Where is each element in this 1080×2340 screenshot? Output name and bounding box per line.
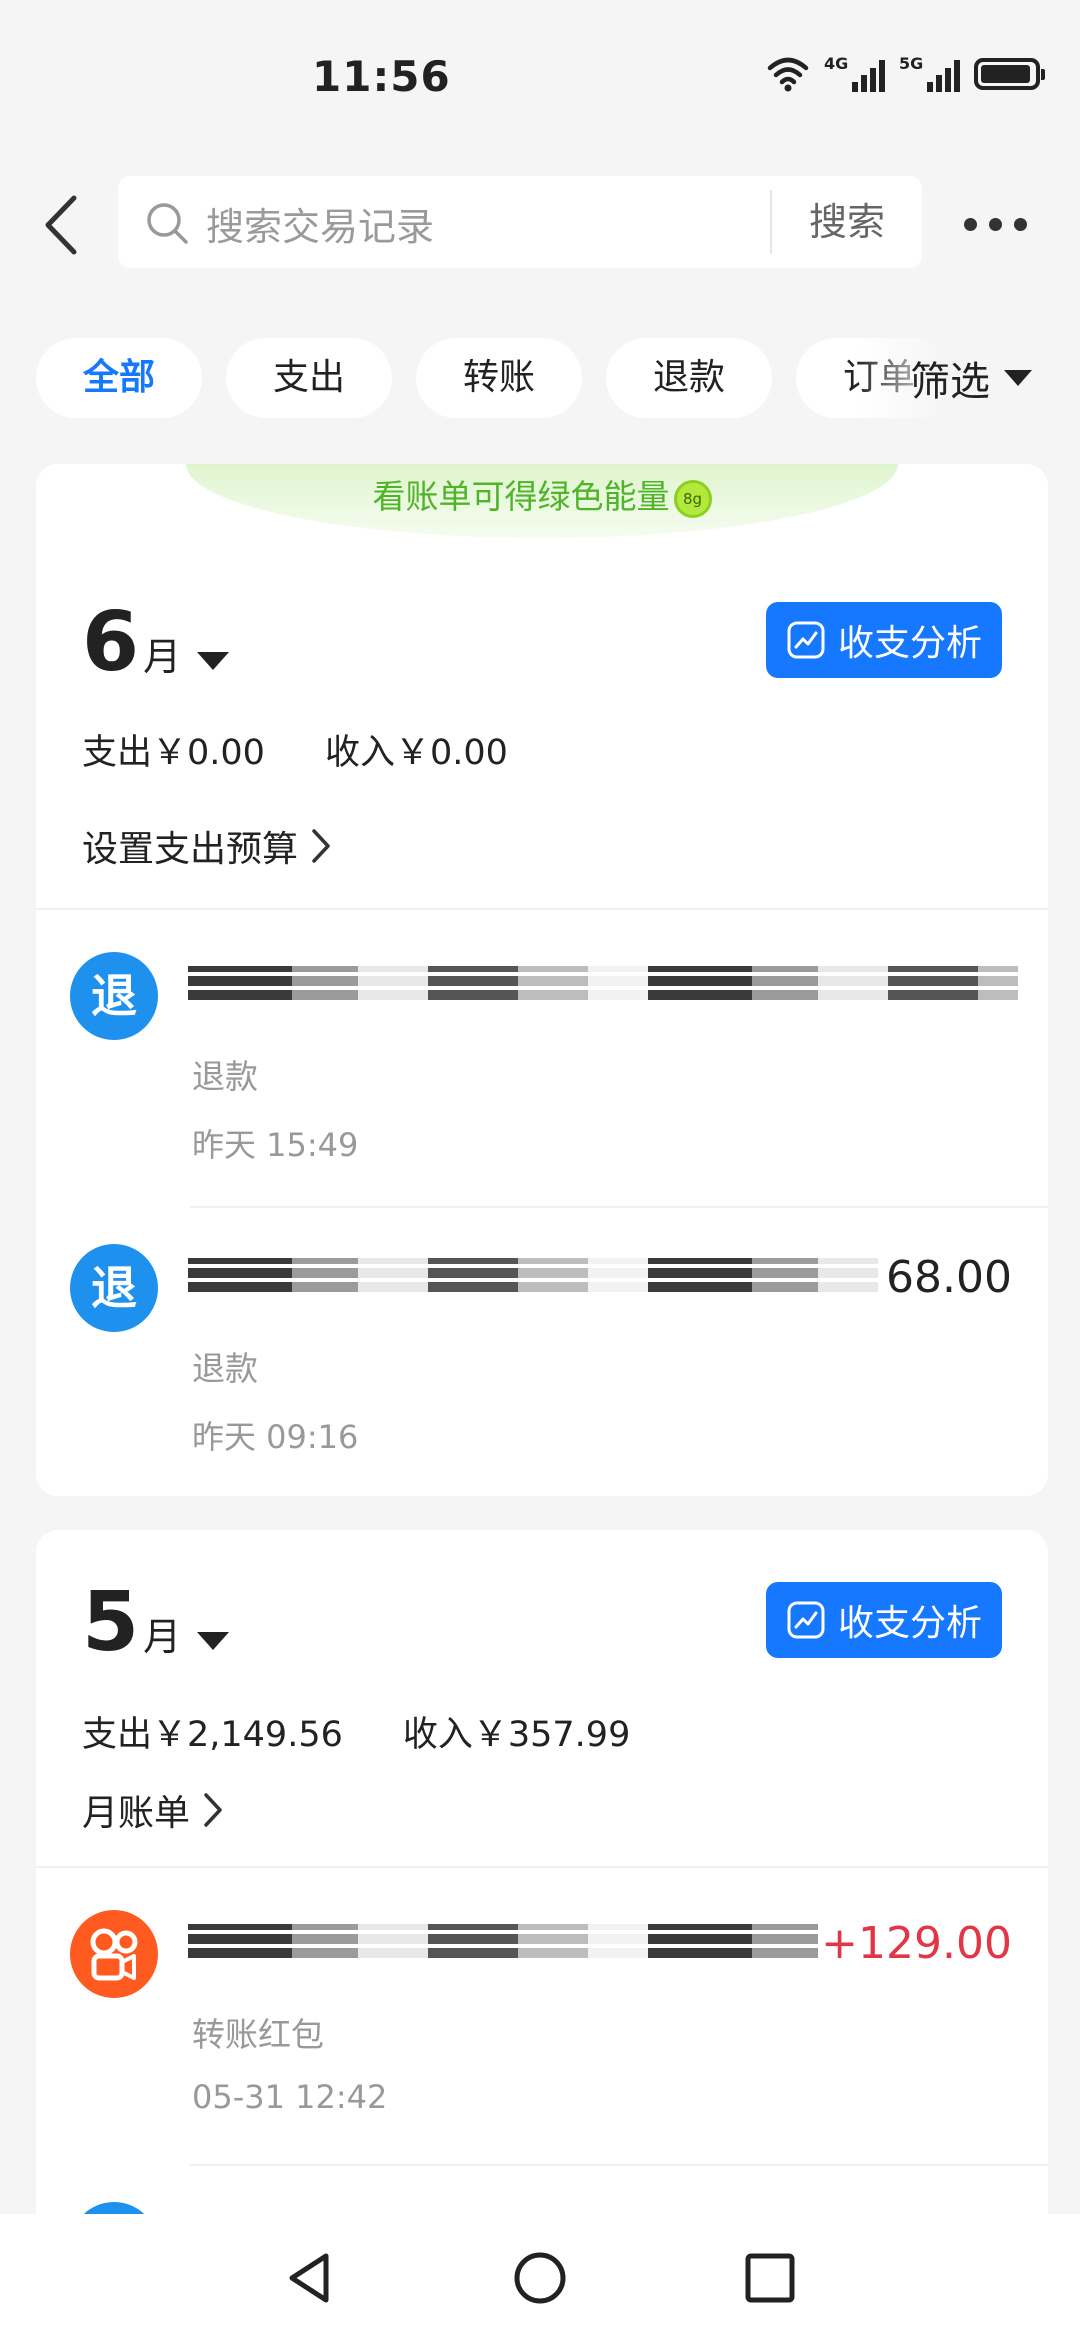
transaction-type: 退款 (192, 1057, 258, 1096)
expense-total: 支出￥0.00 (82, 733, 265, 773)
search-box[interactable]: 搜索交易记录 搜索 (118, 176, 922, 268)
back-arrow-icon[interactable] (38, 192, 88, 258)
search-input[interactable]: 搜索交易记录 (206, 196, 434, 251)
caret-down-icon (1004, 370, 1032, 386)
chevron-right-icon (204, 1793, 222, 1827)
energy-ball-icon: 8g (673, 479, 712, 518)
month-unit: 月 (143, 1615, 182, 1659)
monthly-bill-label: 月账单 (82, 1793, 191, 1834)
month-selector[interactable]: 5 月 (82, 1575, 230, 1670)
nav-home-icon[interactable] (510, 2248, 570, 2308)
set-budget-link[interactable]: 设置支出预算 (82, 820, 332, 872)
transaction-time: 昨天 09:16 (192, 1418, 359, 1456)
status-time: 11:56 (312, 52, 451, 101)
transaction-type: 退款 (192, 1349, 258, 1388)
transaction-row[interactable]: 退 68.00 退款 昨天 09:16 (36, 1202, 1048, 1496)
filter-label: 筛选 (910, 359, 990, 405)
month-unit: 月 (143, 635, 182, 679)
transaction-amount: +129.00 (821, 1918, 1012, 1969)
refund-icon: 退 (70, 952, 158, 1040)
signal-4g-icon: 4G (824, 54, 885, 92)
set-budget-label: 设置支出预算 (82, 829, 299, 870)
redacted-merchant-name (188, 966, 1018, 1000)
tab-refund[interactable]: 退款 (606, 338, 772, 418)
divider (190, 2164, 1048, 2166)
redacted-merchant-name (188, 1924, 818, 1958)
more-icon[interactable] (964, 218, 1027, 231)
battery-icon (974, 58, 1045, 90)
trend-chart-icon (787, 621, 825, 659)
transaction-row[interactable]: 退 退款 昨天 15:49 (36, 910, 1048, 1206)
income-expense-analysis-button[interactable]: 收支分析 (766, 1582, 1002, 1658)
month-card-may: 5 月 收支分析 支出￥2,149.56 收入￥357.99 月账单 +129.… (36, 1530, 1048, 2290)
wifi-icon (767, 57, 809, 92)
transaction-type: 转账红包 (192, 2015, 324, 2054)
green-energy-text: 看账单可得绿色能量 (372, 477, 670, 516)
network-5g-label: 5G (899, 54, 924, 73)
nav-recents-icon[interactable] (740, 2248, 800, 2308)
redacted-merchant-name (188, 1258, 878, 1292)
nav-back-icon[interactable] (280, 2248, 340, 2308)
month-number: 6 (82, 595, 140, 690)
transaction-time: 昨天 15:49 (192, 1126, 359, 1164)
month-number: 5 (82, 1575, 140, 1670)
network-4g-label: 4G (824, 54, 849, 73)
signal-5g-icon: 5G (899, 54, 960, 92)
month-summary: 支出￥0.00 收入￥0.00 (82, 724, 508, 775)
status-icons: 4G 5G (766, 54, 1045, 92)
tab-transfer[interactable]: 转账 (416, 338, 582, 418)
month-summary: 支出￥2,149.56 收入￥357.99 (82, 1706, 630, 1757)
transaction-row[interactable]: +129.00 转账红包 05-31 12:42 (36, 1868, 1048, 2164)
income-expense-analysis-button[interactable]: 收支分析 (766, 602, 1002, 678)
tab-expense[interactable]: 支出 (226, 338, 392, 418)
month-selector[interactable]: 6 月 (82, 595, 230, 690)
analysis-label: 收支分析 (837, 623, 982, 664)
income-total: 收入￥357.99 (402, 1715, 631, 1755)
kuaishou-icon (70, 1910, 158, 1998)
green-energy-banner[interactable]: 看账单可得绿色能量 8g (186, 464, 898, 538)
filter-button[interactable]: 筛选 (910, 345, 1032, 411)
caret-down-icon (197, 652, 230, 670)
system-navigation-bar (0, 2214, 1080, 2340)
tab-all[interactable]: 全部 (36, 338, 202, 418)
trend-chart-icon (787, 1601, 825, 1639)
chevron-right-icon (312, 829, 330, 863)
analysis-label: 收支分析 (837, 1603, 982, 1644)
transaction-amount: 68.00 (886, 1252, 1012, 1303)
refund-icon: 退 (70, 1244, 158, 1332)
transaction-time: 05-31 12:42 (192, 2078, 388, 2116)
monthly-bill-link[interactable]: 月账单 (82, 1784, 224, 1836)
search-icon (147, 203, 188, 244)
month-card-june: 看账单可得绿色能量 8g 6 月 收支分析 支出￥0.00 收入￥0.00 设置支… (36, 464, 1048, 1496)
income-total: 收入￥0.00 (324, 733, 508, 773)
status-bar: 11:56 4G 5G (0, 0, 1080, 150)
expense-total: 支出￥2,149.56 (82, 1715, 343, 1755)
search-button[interactable]: 搜索 (772, 176, 922, 268)
search-header: 搜索交易记录 搜索 (0, 170, 1080, 280)
caret-down-icon (197, 1632, 230, 1650)
